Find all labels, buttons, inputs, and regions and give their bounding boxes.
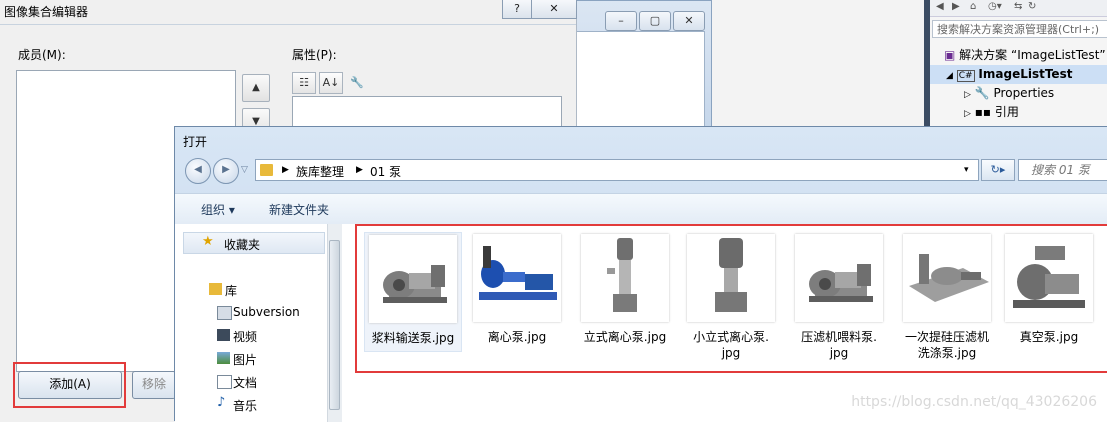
nav-item-videos[interactable]: 视频 bbox=[217, 328, 257, 345]
nav-item-pictures[interactable]: 图片 bbox=[217, 351, 257, 368]
file-view: 浆料输送泵.jpg 离心泵.jpg 立式离心泵.jpg 小立式离心泵. jpg 压滤机喂… bbox=[342, 224, 1107, 422]
expand-arrow-icon[interactable]: ▷ bbox=[964, 90, 971, 100]
refresh-icon[interactable]: ↻ bbox=[1028, 1, 1036, 12]
wrench-icon: 🔧 bbox=[974, 86, 990, 100]
file-name: 一次提硅压滤机 洗涤泵.jpg bbox=[904, 330, 989, 360]
library-icon bbox=[209, 283, 222, 295]
file-item[interactable]: 离心泵.jpg bbox=[470, 234, 564, 345]
navigation-pane: ★ 收藏夹 库 Subversion 视频 图片 文档 ♪ 音乐 bbox=[175, 224, 328, 422]
sync-icon[interactable]: ⇆ bbox=[1014, 1, 1022, 12]
tree-properties[interactable]: ▷ 🔧 Properties bbox=[964, 84, 1054, 103]
home-icon[interactable]: ⌂ bbox=[970, 1, 976, 12]
scrollbar-thumb[interactable] bbox=[329, 240, 340, 410]
members-label: 成员(M): bbox=[18, 48, 66, 62]
nav-item-documents[interactable]: 文档 bbox=[217, 374, 257, 391]
solution-search-input[interactable]: 搜索解决方案资源管理器(Ctrl+;) bbox=[932, 20, 1107, 38]
breadcrumb-separator-icon[interactable]: ▶ bbox=[356, 165, 363, 175]
arrow-up-icon: ▲ bbox=[252, 82, 260, 93]
collapse-arrow-icon[interactable]: ◢ bbox=[946, 71, 953, 81]
music-icon: ♪ bbox=[217, 395, 226, 410]
file-name: 压滤机喂料泵. jpg bbox=[801, 330, 877, 360]
nav-library[interactable]: 库 bbox=[209, 282, 237, 299]
file-item[interactable]: 真空泵.jpg bbox=[1002, 234, 1096, 345]
file-thumbnail bbox=[903, 234, 991, 322]
properties-label: 属性(P): bbox=[292, 48, 337, 62]
tree-references[interactable]: ▷ ▪▪ 引用 bbox=[964, 103, 1019, 122]
picture-icon bbox=[217, 352, 230, 364]
refresh-button[interactable]: ↻▸ bbox=[981, 159, 1015, 181]
watermark: https://blog.csdn.net/qq_43026206 bbox=[851, 394, 1097, 410]
property-toolbar: ☷ A↓ 🔧 bbox=[292, 72, 371, 94]
open-file-dialog: 打开 ◀ ▶ ▽ ▶ 族库整理 ▶ 01 泵 ▾ ↻▸ 搜索 01 泵 组织 ▾… bbox=[174, 126, 1107, 422]
document-icon bbox=[217, 375, 232, 389]
dialog-title: 打开 bbox=[183, 135, 208, 149]
star-icon: ★ bbox=[202, 234, 214, 249]
file-name: 立式离心泵.jpg bbox=[583, 330, 667, 344]
file-thumbnail bbox=[581, 234, 669, 322]
solution-explorer-toolbar: ◀ ▶ ⌂ ◷▾ ⇆ ↻ bbox=[930, 0, 1107, 17]
folder-icon bbox=[260, 164, 273, 176]
file-item[interactable]: 浆料输送泵.jpg bbox=[364, 232, 462, 352]
nav-item-subversion[interactable]: Subversion bbox=[217, 305, 300, 320]
address-bar[interactable]: ▶ 族库整理 ▶ 01 泵 ▾ bbox=[255, 159, 979, 181]
refresh-icon: ↻▸ bbox=[990, 163, 1006, 176]
remove-button[interactable]: 移除 bbox=[132, 371, 176, 399]
back-button[interactable]: ◀ bbox=[185, 158, 211, 184]
tree-solution[interactable]: ▣ 解决方案 “ImageListTest” bbox=[944, 46, 1106, 65]
video-icon bbox=[217, 329, 230, 341]
dropdown-arrow-icon[interactable]: ▾ bbox=[964, 165, 969, 175]
add-button[interactable]: 添加(A) bbox=[18, 371, 122, 399]
alphabetical-icon[interactable]: A↓ bbox=[319, 72, 343, 94]
recent-pages-icon[interactable]: ▽ bbox=[241, 165, 248, 175]
file-name: 真空泵.jpg bbox=[1019, 330, 1079, 344]
back-arrow-icon: ◀ bbox=[194, 164, 202, 175]
file-name: 小立式离心泵. jpg bbox=[693, 330, 769, 360]
file-item[interactable]: 小立式离心泵. jpg bbox=[684, 234, 778, 361]
navigation-scrollbar[interactable] bbox=[327, 224, 342, 422]
back-icon[interactable]: ◀ bbox=[936, 1, 944, 12]
breadcrumb-separator-icon[interactable]: ▶ bbox=[282, 165, 289, 175]
editor-close-button[interactable]: ✕ bbox=[531, 0, 577, 19]
file-item[interactable]: 立式离心泵.jpg bbox=[578, 234, 672, 345]
categorized-icon[interactable]: ☷ bbox=[292, 72, 316, 94]
organize-button[interactable]: 组织 ▾ bbox=[201, 201, 235, 218]
file-name: 浆料输送泵.jpg bbox=[371, 331, 455, 345]
file-item[interactable]: 压滤机喂料泵. jpg bbox=[792, 234, 886, 361]
file-thumbnail bbox=[369, 235, 457, 323]
csharp-project-icon: C# bbox=[956, 70, 975, 82]
file-thumbnail bbox=[473, 234, 561, 322]
document-icon bbox=[217, 306, 232, 320]
solution-icon: ▣ bbox=[944, 48, 956, 62]
property-pages-icon[interactable]: 🔧 bbox=[346, 73, 368, 93]
maximize-button[interactable]: ▢ bbox=[639, 11, 671, 31]
close-button[interactable]: ✕ bbox=[673, 11, 705, 31]
breadcrumb-item[interactable]: 族库整理 bbox=[296, 163, 344, 180]
tree-project[interactable]: ◢ C# ImageListTest bbox=[930, 65, 1107, 84]
forward-button[interactable]: ▶ bbox=[213, 158, 239, 184]
file-item[interactable]: 一次提硅压滤机 洗涤泵.jpg bbox=[900, 234, 994, 361]
expand-arrow-icon[interactable]: ▷ bbox=[964, 109, 971, 119]
minimize-button[interactable]: – bbox=[605, 11, 637, 31]
nav-item-music[interactable]: ♪ 音乐 bbox=[217, 395, 257, 414]
solution-explorer: ◀ ▶ ⌂ ◷▾ ⇆ ↻ 搜索解决方案资源管理器(Ctrl+;) ▣ 解决方案 … bbox=[924, 0, 1107, 130]
new-folder-button[interactable]: 新建文件夹 bbox=[269, 201, 329, 218]
file-thumbnail bbox=[795, 234, 883, 322]
help-button[interactable]: ? bbox=[502, 0, 532, 19]
file-thumbnail bbox=[687, 234, 775, 322]
history-icon[interactable]: ◷▾ bbox=[988, 1, 1002, 12]
editor-title: 图像集合编辑器 bbox=[4, 5, 89, 19]
breadcrumb-item[interactable]: 01 泵 bbox=[370, 163, 401, 180]
forward-arrow-icon: ▶ bbox=[222, 164, 230, 175]
file-thumbnail bbox=[1005, 234, 1093, 322]
file-name: 离心泵.jpg bbox=[487, 330, 547, 344]
nav-favorites[interactable]: ★ 收藏夹 bbox=[183, 232, 325, 254]
references-icon: ▪▪ bbox=[974, 105, 992, 119]
dialog-search-input[interactable]: 搜索 01 泵 bbox=[1018, 159, 1107, 181]
move-up-button[interactable]: ▲ bbox=[242, 74, 270, 102]
forward-icon[interactable]: ▶ bbox=[952, 1, 960, 12]
dialog-toolbar: 组织 ▾ 新建文件夹 bbox=[175, 193, 1107, 225]
